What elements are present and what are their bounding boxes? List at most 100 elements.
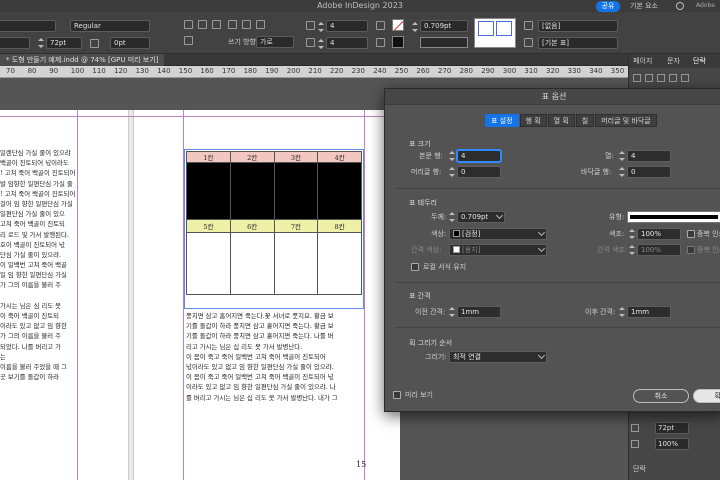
cell-align-icon[interactable] — [376, 21, 385, 30]
ruler-tick-label: 140 — [157, 67, 171, 75]
table-header-cell[interactable]: 4칸 — [317, 151, 362, 163]
align-right-icon[interactable] — [657, 74, 665, 82]
table-header-cell[interactable]: 6칸 — [229, 219, 275, 233]
merge-cells-icon[interactable] — [376, 38, 385, 47]
table-cell[interactable] — [317, 162, 362, 220]
ok-button[interactable]: 확인 — [693, 389, 720, 403]
justify-all-icon[interactable] — [681, 74, 689, 82]
dialog-title: 표 옵션 — [385, 89, 720, 105]
space-after-input[interactable]: 1mm — [627, 306, 671, 318]
align-left-icon[interactable] — [184, 20, 193, 29]
document-tab[interactable]: * 도형 만들기 예제.indd @ 74% [GPU 미리 보기] — [0, 54, 165, 66]
stroke-type-select[interactable] — [420, 37, 468, 48]
table-cell[interactable] — [273, 232, 319, 295]
ruler-tick-label: 120 — [114, 67, 128, 75]
table-header-cell[interactable]: 1칸 — [186, 151, 231, 163]
tab-row-strokes[interactable]: 행 획 — [519, 114, 547, 127]
tab-table-setup[interactable]: 표 설정 — [485, 114, 519, 127]
stroke-weight-field[interactable]: 0.709pt — [420, 20, 468, 32]
tint-stepper[interactable] — [629, 229, 635, 239]
draw-select[interactable]: 최적 연결 — [449, 351, 547, 363]
font-size-field[interactable]: 72pt — [655, 422, 689, 434]
table-cell[interactable] — [229, 162, 275, 220]
footer-rows-input[interactable]: 0 — [627, 166, 671, 178]
color-select[interactable]: [검정] — [449, 228, 547, 240]
table-cell[interactable] — [186, 232, 231, 295]
overprint-label: 중복 인쇄 — [697, 230, 720, 238]
tab-fills[interactable]: 칠 — [575, 114, 595, 127]
scale-field[interactable]: 100% — [655, 438, 689, 450]
font-size-field[interactable]: 72pt — [46, 37, 82, 49]
tab-headers-footers[interactable]: 머리글 및 바닥글 — [595, 114, 657, 127]
workspace-switcher[interactable]: 기본 요소 — [630, 0, 658, 12]
stroke-type-select[interactable] — [627, 211, 720, 223]
cell-style-select[interactable]: [없음] — [538, 20, 618, 32]
left-text-frame[interactable]: 일렌단심 가실 줄이 있으랴 백골이 진토되어 넋이라도! 고쳐 죽어 백골이 진… — [0, 148, 76, 382]
justify-icon[interactable] — [669, 74, 677, 82]
table-cell[interactable] — [273, 162, 319, 220]
table-cell[interactable] — [186, 162, 231, 220]
tab-character[interactable]: 문자 — [667, 56, 680, 66]
search-icon[interactable] — [676, 2, 684, 10]
columns-stepper[interactable] — [318, 39, 324, 49]
space-after-stepper[interactable] — [619, 307, 625, 317]
cancel-button[interactable]: 취소 — [633, 389, 689, 403]
table-style-select[interactable]: [기본 표] — [538, 37, 618, 49]
weight-stepper[interactable] — [449, 212, 455, 222]
rows-stepper[interactable] — [318, 22, 324, 32]
columns-field[interactable]: 4 — [326, 37, 368, 49]
gap-tint-stepper[interactable] — [629, 245, 635, 255]
table-header-cell[interactable]: 5칸 — [186, 219, 231, 233]
stroke-black-swatch[interactable] — [392, 36, 404, 48]
gap-color-label: 간격 색상: — [411, 246, 442, 254]
leading-field[interactable] — [0, 37, 30, 49]
text-line: 기를 돌갑이 하라 풍치면 삼고 흩어지면 죽는다. 황금 보 — [186, 322, 334, 331]
table-header-cell[interactable]: 8칸 — [317, 219, 362, 233]
body-rows-stepper[interactable] — [449, 151, 455, 161]
preserve-local-formatting-checkbox[interactable] — [411, 263, 419, 271]
table-header-cell[interactable]: 3칸 — [273, 151, 319, 163]
tab-paragraph[interactable]: 단락 — [693, 56, 706, 66]
columns-input[interactable]: 4 — [627, 150, 671, 162]
overprint-checkbox[interactable] — [687, 230, 695, 238]
align-middle-icon[interactable] — [242, 20, 251, 29]
writing-direction-select[interactable]: 가로 — [256, 36, 294, 48]
table-stroke-proxy[interactable] — [474, 18, 516, 48]
preview-checkbox[interactable] — [393, 391, 401, 399]
stroke-weight-stepper[interactable] — [412, 22, 418, 32]
header-rows-input[interactable]: 0 — [457, 166, 501, 178]
horizontal-ruler[interactable]: 70 80 90 100 110 120 130 140 150 160 170 180 190 200 2… — [0, 66, 628, 78]
align-top-icon[interactable] — [228, 20, 237, 29]
rows-field[interactable]: 4 — [326, 20, 368, 32]
table-header-cell[interactable]: 7칸 — [273, 219, 319, 233]
align-bottom-icon[interactable] — [256, 20, 265, 29]
right-text-frame[interactable]: 풍치면 삼고 홉어지면 죽는다.꽃 서녀로 풋지요. 황금 보 기를 돌갑이 하라… — [186, 311, 364, 403]
align-center-icon[interactable] — [198, 20, 207, 29]
table-header-cell[interactable]: 2칸 — [229, 151, 275, 163]
align-center-icon[interactable] — [645, 74, 653, 82]
table-cell[interactable] — [317, 232, 362, 295]
gap-tint-input[interactable]: 100% — [637, 244, 681, 256]
tab-pages[interactable]: 페이지 — [633, 56, 652, 66]
footer-rows-stepper[interactable] — [619, 167, 625, 177]
tab-column-strokes[interactable]: 열 획 — [547, 114, 575, 127]
share-button[interactable]: 공유 — [596, 1, 620, 12]
gap-overprint-checkbox[interactable] — [687, 246, 695, 254]
font-size-stepper[interactable] — [38, 38, 44, 48]
align-left-icon[interactable] — [633, 74, 641, 82]
align-right-icon[interactable] — [212, 20, 221, 29]
justify-icon[interactable] — [184, 36, 193, 45]
body-rows-input[interactable]: 4 — [457, 150, 501, 162]
table-cell[interactable] — [229, 232, 275, 295]
font-style-field[interactable]: Regular — [70, 20, 150, 32]
tracking-field[interactable]: 0pt — [110, 37, 150, 49]
table[interactable]: 1칸 2칸 3칸 4칸 5칸 6칸 7칸 8칸 — [186, 151, 362, 295]
fill-none-swatch[interactable] — [392, 19, 404, 31]
columns-stepper[interactable] — [619, 151, 625, 161]
space-before-stepper[interactable] — [449, 307, 455, 317]
font-family-field[interactable] — [0, 20, 56, 32]
space-before-input[interactable]: 1mm — [457, 306, 501, 318]
header-rows-stepper[interactable] — [449, 167, 455, 177]
gap-color-select[interactable]: [용지] — [449, 244, 547, 256]
tint-input[interactable]: 100% — [637, 228, 681, 240]
